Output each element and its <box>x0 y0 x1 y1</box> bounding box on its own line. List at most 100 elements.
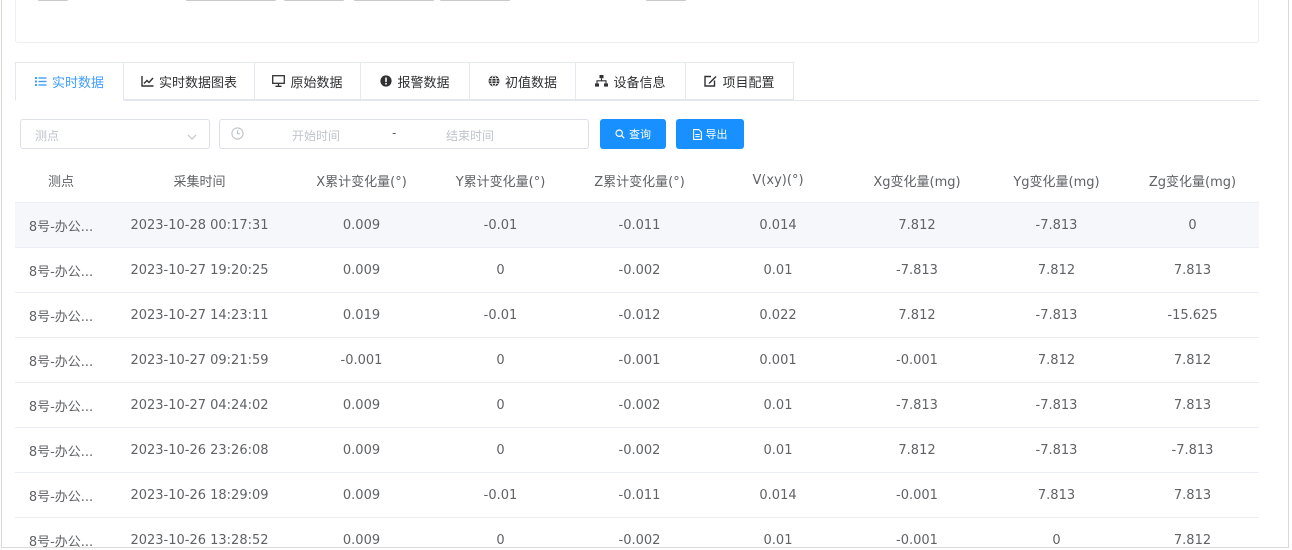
cell-z-cumulative: -0.012 <box>618 307 661 323</box>
cell-x-cumulative: 0.009 <box>342 532 381 548</box>
cell-vxy: 0.014 <box>759 217 797 233</box>
tab-initial-data[interactable]: 初值数据 <box>470 62 576 100</box>
tab-raw-data[interactable]: 原始数据 <box>255 62 361 100</box>
search-icon <box>615 129 625 139</box>
alert-circle-icon <box>380 75 393 87</box>
tab-realtime-data[interactable]: 实时数据 <box>15 62 124 101</box>
cell-x-cumulative: 0.009 <box>342 262 381 278</box>
cell-vxy: 0.001 <box>759 352 797 368</box>
column-header[interactable]: 采集时间 <box>107 158 292 202</box>
clipped-text-fragment <box>284 0 344 1</box>
clipped-text-fragment <box>38 0 68 1</box>
table-row[interactable]: 8号-办公... 2023-10-28 00:17:31 0.009 -0.01… <box>15 203 1259 248</box>
data-tabs: 实时数据 实时数据图表 原始数据 报警数据 初值数据 设备信息 项目配置 <box>15 62 1259 101</box>
table-row[interactable]: 8号-办公... 2023-10-26 18:29:09 0.009 -0.01… <box>15 473 1259 518</box>
column-header[interactable]: X累计变化量(°) <box>292 158 431 202</box>
filter-card-top <box>15 0 1259 43</box>
cell-xg: 7.812 <box>898 217 936 233</box>
table-row[interactable]: 8号-办公... 2023-10-27 14:23:11 0.019 -0.01… <box>15 293 1259 338</box>
cell-z-cumulative: -0.002 <box>618 397 661 413</box>
chevron-down-icon <box>187 129 197 144</box>
table-row[interactable]: 8号-办公... 2023-10-26 23:26:08 0.009 0 -0.… <box>15 428 1259 473</box>
cell-z-cumulative: -0.001 <box>618 352 661 368</box>
cell-point: 8号-办公... <box>28 489 94 505</box>
cell-yg: 7.812 <box>1037 352 1076 368</box>
cell-xg: -7.813 <box>896 397 938 413</box>
cell-y-cumulative: -0.01 <box>483 307 518 323</box>
cell-z-cumulative: -0.002 <box>618 442 661 458</box>
table-row[interactable]: 8号-办公... 2023-10-27 09:21:59 -0.001 0 -0… <box>15 338 1259 383</box>
cell-point: 8号-办公... <box>28 219 94 235</box>
cell-y-cumulative: -0.01 <box>483 487 518 503</box>
cell-z-cumulative: -0.002 <box>618 262 661 278</box>
tab-realtime-chart[interactable]: 实时数据图表 <box>124 62 255 100</box>
cell-point: 8号-办公... <box>28 264 94 280</box>
clipped-text-fragment <box>440 0 510 1</box>
query-button[interactable]: 查询 <box>600 119 666 149</box>
cell-x-cumulative: 0.009 <box>342 442 381 458</box>
cell-x-cumulative: -0.001 <box>340 352 383 368</box>
table-row[interactable]: 8号-办公... 2023-10-26 13:28:52 0.009 0 -0.… <box>15 518 1259 548</box>
tab-label: 设备信息 <box>613 75 666 91</box>
cell-x-cumulative: 0.009 <box>342 397 381 413</box>
edit-icon <box>704 75 717 87</box>
export-button[interactable]: 导出 <box>676 119 744 149</box>
cell-xg: -0.001 <box>896 352 938 368</box>
cell-y-cumulative: 0 <box>496 352 505 368</box>
app-frame: 实时数据 实时数据图表 原始数据 报警数据 初值数据 设备信息 项目配置 测点 … <box>1 0 1289 548</box>
column-header[interactable]: Y累计变化量(°) <box>431 158 570 202</box>
cell-z-cumulative: -0.002 <box>618 532 661 548</box>
cell-point: 8号-办公... <box>28 354 94 370</box>
cell-yg: 7.813 <box>1037 487 1076 503</box>
tab-device-info[interactable]: 设备信息 <box>576 62 686 100</box>
end-time-input[interactable]: 结束时间 <box>446 127 494 144</box>
column-header[interactable]: Zg变化量(mg) <box>1126 158 1259 202</box>
cell-xg: -0.001 <box>896 532 938 548</box>
cell-time: 2023-10-27 14:23:11 <box>130 307 269 323</box>
column-header[interactable]: V(xy)(°) <box>709 158 847 202</box>
table-row[interactable]: 8号-办公... 2023-10-27 19:20:25 0.009 0 -0.… <box>15 248 1259 293</box>
cell-vxy: 0.01 <box>763 442 793 458</box>
cell-point: 8号-办公... <box>28 309 94 325</box>
cell-time: 2023-10-27 09:21:59 <box>130 352 269 368</box>
tab-label: 项目配置 <box>722 75 775 91</box>
globe-icon <box>488 75 500 87</box>
cell-vxy: 0.01 <box>763 532 793 548</box>
start-time-input[interactable]: 开始时间 <box>292 127 340 144</box>
cell-vxy: 0.01 <box>763 397 793 413</box>
point-select[interactable]: 测点 <box>20 119 210 149</box>
cell-xg: 7.812 <box>898 307 936 323</box>
cell-zg: 7.813 <box>1173 262 1212 278</box>
table-header: 测点 采集时间 X累计变化量(°) Y累计变化量(°) Z累计变化量(°) V(… <box>15 158 1259 203</box>
cell-yg: -7.813 <box>1035 397 1078 413</box>
tab-label: 原始数据 <box>290 75 343 91</box>
tab-alarm-data[interactable]: 报警数据 <box>361 62 470 100</box>
cell-zg: 0 <box>1188 217 1197 233</box>
clock-icon <box>231 127 244 144</box>
column-header[interactable]: Xg变化量(mg) <box>847 158 987 202</box>
range-separator: - <box>392 126 397 140</box>
cell-y-cumulative: 0 <box>496 397 505 413</box>
cell-yg: 0 <box>1052 532 1061 548</box>
tab-label: 报警数据 <box>397 75 450 91</box>
cell-zg: 7.813 <box>1173 397 1212 413</box>
column-header[interactable]: 测点 <box>15 158 107 202</box>
export-button-label: 导出 <box>705 128 728 141</box>
cell-y-cumulative: 0 <box>496 262 505 278</box>
table-row[interactable]: 8号-办公... 2023-10-27 04:24:02 0.009 0 -0.… <box>15 383 1259 428</box>
point-select-placeholder: 测点 <box>35 129 60 143</box>
cell-xg: -7.813 <box>896 262 938 278</box>
cell-yg: -7.813 <box>1035 307 1078 323</box>
cell-point: 8号-办公... <box>28 534 94 548</box>
column-header[interactable]: Yg变化量(mg) <box>987 158 1126 202</box>
cell-z-cumulative: -0.011 <box>618 217 661 233</box>
cell-xg: -0.001 <box>896 487 938 503</box>
cell-yg: 7.812 <box>1037 262 1076 278</box>
cell-time: 2023-10-26 18:29:09 <box>130 487 269 503</box>
cell-yg: -7.813 <box>1035 442 1078 458</box>
tab-project-config[interactable]: 项目配置 <box>686 62 794 100</box>
date-range-picker[interactable]: 开始时间 - 结束时间 <box>219 119 589 149</box>
cell-z-cumulative: -0.011 <box>618 487 661 503</box>
cell-y-cumulative: -0.01 <box>483 217 518 233</box>
column-header[interactable]: Z累计变化量(°) <box>570 158 709 202</box>
